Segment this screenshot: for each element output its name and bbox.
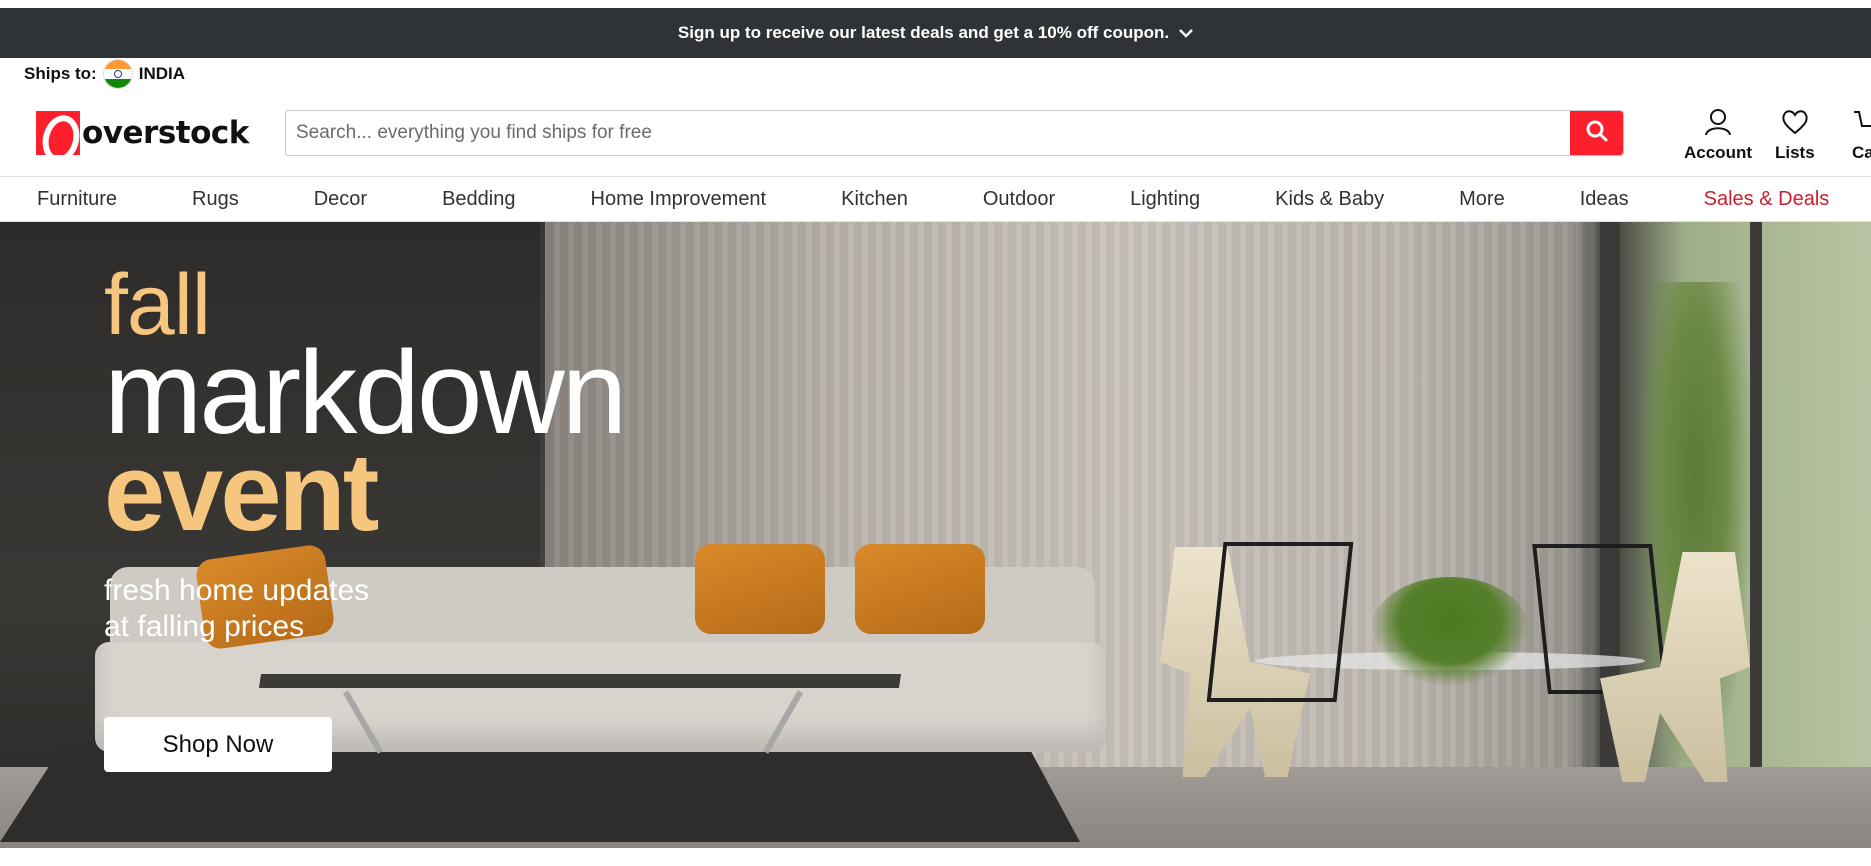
hero-line-markdown: markdown: [104, 327, 627, 459]
person-icon: [1703, 108, 1733, 143]
nav-item-home-improvement[interactable]: Home Improvement: [591, 188, 767, 211]
nav-item-kitchen[interactable]: Kitchen: [841, 188, 908, 211]
hero-coffee-table: [259, 674, 901, 688]
category-nav: Furniture Rugs Decor Bedding Home Improv…: [0, 176, 1871, 222]
hero-subtitle-line-2: at falling prices: [104, 610, 305, 643]
shop-now-button[interactable]: Shop Now: [104, 717, 332, 772]
ships-to-country: INDIA: [138, 64, 185, 83]
account-label: Account: [1684, 143, 1752, 162]
nav-item-rugs[interactable]: Rugs: [192, 188, 239, 211]
lists-label: Lists: [1775, 143, 1815, 162]
overstock-logo[interactable]: overstock: [36, 110, 249, 156]
hero-banner[interactable]: fall markdown event fresh home updates a…: [0, 222, 1871, 848]
hero-pillow: [855, 544, 985, 634]
hero-pillow: [695, 544, 825, 634]
heart-icon: [1780, 108, 1810, 143]
logo-text: overstock: [82, 115, 249, 151]
nav-item-outdoor[interactable]: Outdoor: [983, 188, 1055, 211]
lists-button[interactable]: Lists: [1775, 108, 1815, 163]
nav-item-more[interactable]: More: [1459, 188, 1505, 211]
nav-item-sales-deals[interactable]: Sales & Deals: [1704, 188, 1830, 211]
hero-window-frame: [1750, 222, 1762, 848]
india-flag-icon: [102, 59, 133, 89]
page-bottom-spacer: [0, 848, 1871, 866]
hero-subtitle-line-1: fresh home updates: [104, 574, 370, 607]
ships-to-label: Ships to:: [24, 64, 97, 83]
nav-item-kids-baby[interactable]: Kids & Baby: [1275, 188, 1384, 211]
promo-banner[interactable]: Sign up to receive our latest deals and …: [0, 8, 1871, 58]
site-header: overstock Account Lists Ca: [0, 96, 1871, 176]
hero-chair: [1207, 542, 1354, 702]
hero-headline: fall markdown event fresh home updates a…: [104, 262, 627, 645]
account-button[interactable]: Account: [1684, 108, 1752, 163]
search-icon: [1585, 119, 1609, 148]
search-button[interactable]: [1570, 111, 1623, 155]
cart-button[interactable]: Ca: [1852, 108, 1871, 163]
nav-item-ideas[interactable]: Ideas: [1580, 188, 1629, 211]
hero-bonsai-plant: [1370, 577, 1530, 687]
search-bar: [285, 110, 1624, 156]
nav-item-bedding[interactable]: Bedding: [442, 188, 515, 211]
overstock-logo-mark-icon: [36, 111, 80, 155]
cart-label: Ca: [1852, 143, 1871, 162]
chevron-down-icon[interactable]: [1179, 28, 1193, 38]
promo-text: Sign up to receive our latest deals and …: [677, 23, 1170, 42]
nav-item-decor[interactable]: Decor: [314, 188, 367, 211]
ships-to-selector[interactable]: Ships to: INDIA: [24, 58, 185, 90]
nav-item-lighting[interactable]: Lighting: [1130, 188, 1200, 211]
top-strip: [0, 0, 1871, 8]
hero-subtitle: fresh home updates at falling prices: [104, 573, 624, 645]
nav-item-furniture[interactable]: Furniture: [37, 188, 117, 211]
cart-icon: [1852, 108, 1871, 143]
search-input[interactable]: [286, 111, 1570, 155]
